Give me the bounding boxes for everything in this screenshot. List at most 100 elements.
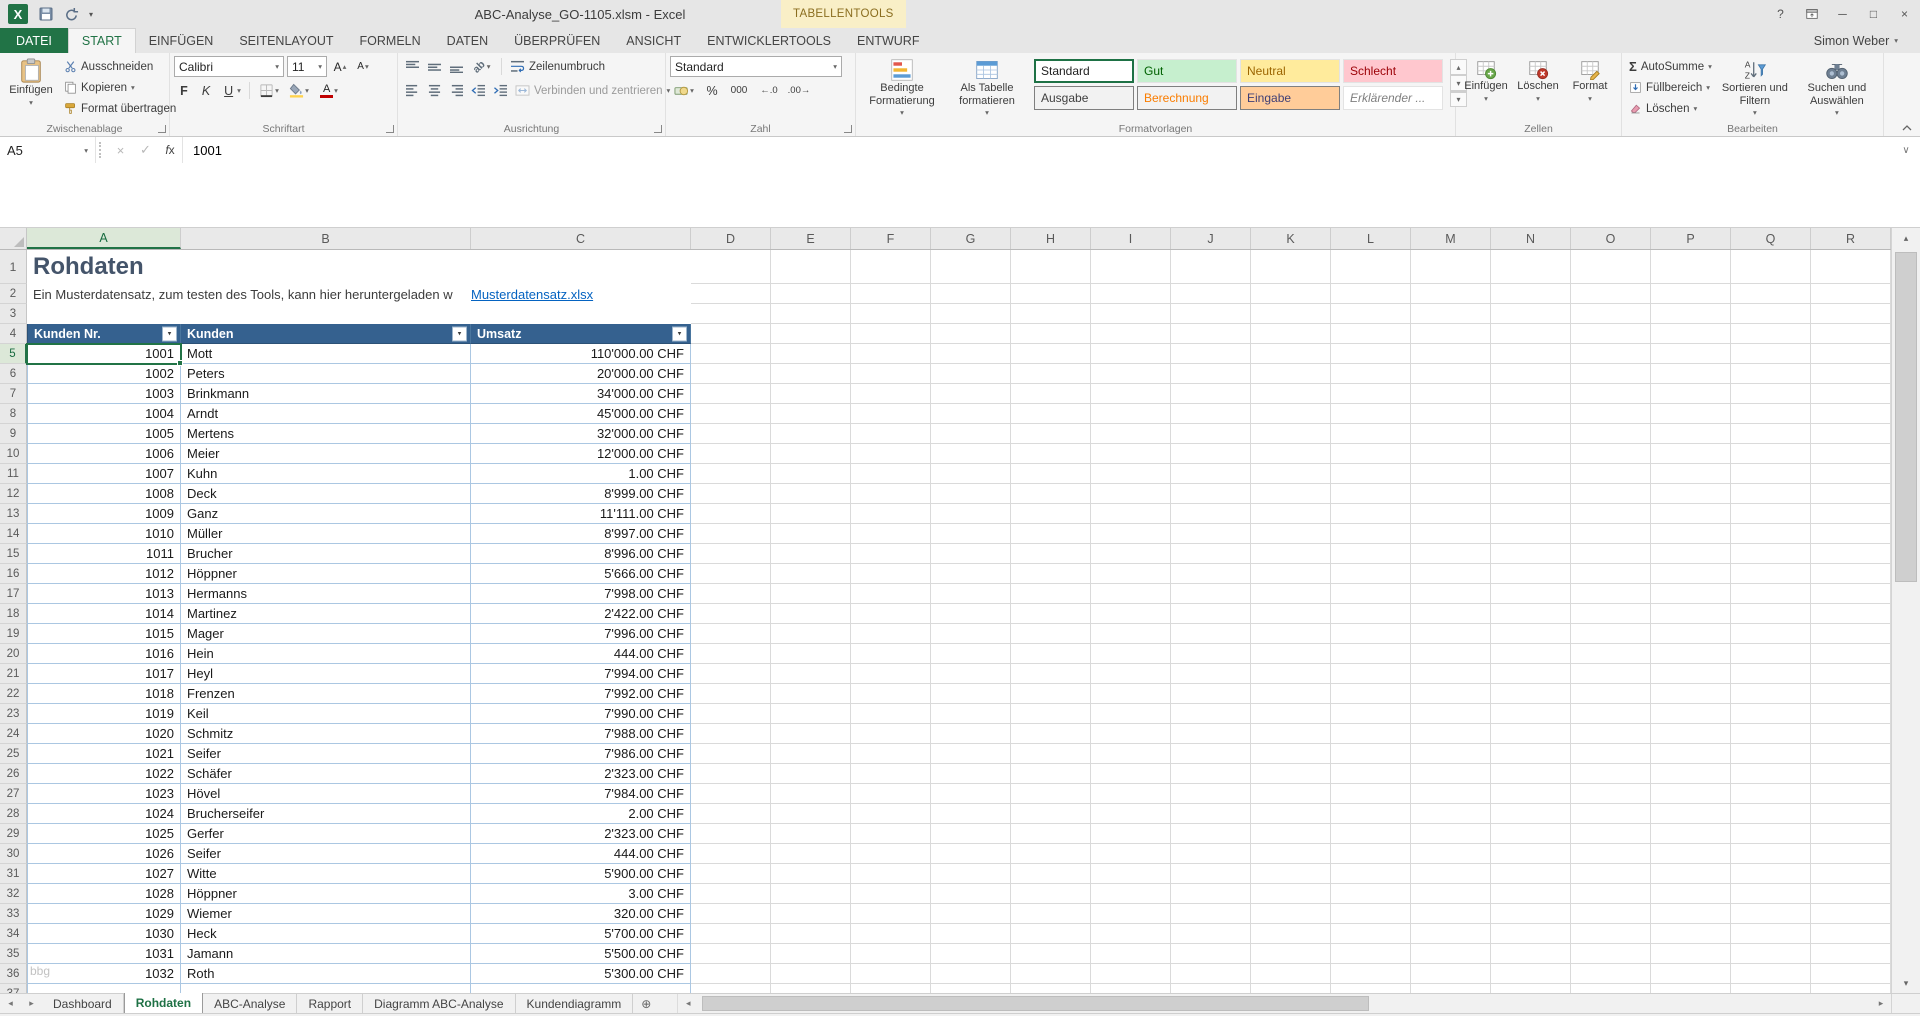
- cell-C9[interactable]: 32'000.00 CHF: [471, 424, 691, 444]
- cell-A14[interactable]: 1010: [27, 524, 181, 544]
- cell-A20[interactable]: 1016: [27, 644, 181, 664]
- vertical-scrollbar-thumb[interactable]: [1895, 252, 1917, 582]
- row-header-14[interactable]: 14: [0, 524, 27, 544]
- merge-center-button[interactable]: Verbinden und zentrieren ▾: [512, 80, 673, 101]
- cell-B6[interactable]: Peters: [181, 364, 471, 384]
- cell-A37[interactable]: [27, 984, 181, 993]
- cell-A29[interactable]: 1025: [27, 824, 181, 844]
- minimize-button[interactable]: ─: [1827, 0, 1858, 28]
- new-sheet-button[interactable]: ⊕: [633, 994, 659, 1013]
- cell-B32[interactable]: Höppner: [181, 884, 471, 904]
- cell-A32[interactable]: 1028: [27, 884, 181, 904]
- ribbon-tab-entwicklertools[interactable]: ENTWICKLERTOOLS: [694, 28, 844, 53]
- cell-B5[interactable]: Mott: [181, 344, 471, 364]
- format-cells-button[interactable]: Format ▾: [1564, 56, 1616, 107]
- cell-B9[interactable]: Mertens: [181, 424, 471, 444]
- cell-C20[interactable]: 444.00 CHF: [471, 644, 691, 664]
- number-format-select[interactable]: Standard ▾: [670, 56, 842, 77]
- empty-cells[interactable]: [691, 664, 1891, 684]
- ribbon-tab-daten[interactable]: DATEN: [434, 28, 501, 53]
- maximize-button[interactable]: □: [1858, 0, 1889, 28]
- excel-icon[interactable]: X: [8, 4, 28, 24]
- cell-C37[interactable]: [471, 984, 691, 993]
- cell-C13[interactable]: 11'111.00 CHF: [471, 504, 691, 524]
- ribbon-tab-datei[interactable]: DATEI: [0, 28, 68, 53]
- cell-A34[interactable]: 1030: [27, 924, 181, 944]
- cell-style-gut[interactable]: Gut: [1137, 59, 1237, 83]
- cell-B21[interactable]: Heyl: [181, 664, 471, 684]
- sheet-nav-right-icon[interactable]: ▸: [21, 994, 42, 1013]
- empty-cells[interactable]: [691, 304, 1891, 324]
- sheet-tab-dashboard[interactable]: Dashboard: [42, 994, 124, 1013]
- align-center-button[interactable]: [424, 80, 444, 101]
- row-header-28[interactable]: 28: [0, 804, 27, 824]
- row-header-27[interactable]: 27: [0, 784, 27, 804]
- cell-B29[interactable]: Gerfer: [181, 824, 471, 844]
- cell-B14[interactable]: Müller: [181, 524, 471, 544]
- save-icon[interactable]: [38, 6, 54, 22]
- filter-dropdown-icon[interactable]: ▾: [672, 326, 687, 341]
- wrap-text-button[interactable]: Zeilenumbruch: [507, 56, 608, 77]
- cell-A5[interactable]: 1001: [27, 344, 181, 364]
- cell-C11[interactable]: 1.00 CHF: [471, 464, 691, 484]
- row-header-22[interactable]: 22: [0, 684, 27, 704]
- cell-B16[interactable]: Höppner: [181, 564, 471, 584]
- cell-B10[interactable]: Meier: [181, 444, 471, 464]
- empty-cells[interactable]: [691, 724, 1891, 744]
- horizontal-scrollbar-thumb[interactable]: [702, 996, 1369, 1011]
- accounting-format-button[interactable]: ▾: [670, 80, 698, 101]
- column-header-R[interactable]: R: [1811, 228, 1891, 249]
- cell-B22[interactable]: Frenzen: [181, 684, 471, 704]
- cell-B30[interactable]: Seifer: [181, 844, 471, 864]
- close-button[interactable]: ×: [1889, 0, 1920, 28]
- cell-B13[interactable]: Ganz: [181, 504, 471, 524]
- empty-cells[interactable]: [691, 764, 1891, 784]
- cell-A7[interactable]: 1003: [27, 384, 181, 404]
- fill-button[interactable]: Füllbereich ▾: [1626, 77, 1715, 98]
- cell-C29[interactable]: 2'323.00 CHF: [471, 824, 691, 844]
- cell-A27[interactable]: 1023: [27, 784, 181, 804]
- cell-style-standard[interactable]: Standard: [1034, 59, 1134, 83]
- cell-B36[interactable]: Roth: [181, 964, 471, 984]
- row-header-4[interactable]: 4: [0, 324, 27, 344]
- cell-B11[interactable]: Kuhn: [181, 464, 471, 484]
- row-header-25[interactable]: 25: [0, 744, 27, 764]
- cell-C18[interactable]: 2'422.00 CHF: [471, 604, 691, 624]
- filter-dropdown-icon[interactable]: ▾: [162, 326, 177, 341]
- cell-B24[interactable]: Schmitz: [181, 724, 471, 744]
- sheet-tab-kundendiagramm[interactable]: Kundendiagramm: [516, 994, 634, 1013]
- scroll-left-icon[interactable]: ◂: [678, 994, 698, 1013]
- cell-C17[interactable]: 7'998.00 CHF: [471, 584, 691, 604]
- sheet-nav-left-icon[interactable]: ◂: [0, 994, 21, 1013]
- scroll-down-icon[interactable]: ▾: [1892, 973, 1920, 993]
- empty-cells[interactable]: [691, 384, 1891, 404]
- column-header-F[interactable]: F: [851, 228, 931, 249]
- select-all-button[interactable]: [0, 228, 27, 249]
- column-header-H[interactable]: H: [1011, 228, 1091, 249]
- empty-cells[interactable]: [691, 604, 1891, 624]
- font-color-button[interactable]: A ▾: [315, 80, 343, 101]
- ribbon-tab-formeln[interactable]: FORMELN: [347, 28, 434, 53]
- cell-A3[interactable]: [27, 304, 691, 324]
- find-select-button[interactable]: Suchen und Auswählen ▾: [1795, 56, 1879, 122]
- empty-cells[interactable]: [691, 824, 1891, 844]
- italic-button[interactable]: K: [196, 80, 216, 101]
- row-header-10[interactable]: 10: [0, 444, 27, 464]
- row-header-19[interactable]: 19: [0, 624, 27, 644]
- row-header-23[interactable]: 23: [0, 704, 27, 724]
- cell-C25[interactable]: 7'986.00 CHF: [471, 744, 691, 764]
- column-header-K[interactable]: K: [1251, 228, 1331, 249]
- column-header-B[interactable]: B: [181, 228, 471, 249]
- paste-button[interactable]: Einfügen ▾: [4, 56, 58, 111]
- empty-cells[interactable]: [691, 964, 1891, 984]
- empty-cells[interactable]: [691, 644, 1891, 664]
- cell-C22[interactable]: 7'992.00 CHF: [471, 684, 691, 704]
- cell-A31[interactable]: 1027: [27, 864, 181, 884]
- table-header-C4[interactable]: Umsatz▾: [471, 324, 691, 344]
- ribbon-tab-ansicht[interactable]: ANSICHT: [613, 28, 694, 53]
- cell-B23[interactable]: Keil: [181, 704, 471, 724]
- cell-B34[interactable]: Heck: [181, 924, 471, 944]
- add-decimal-button[interactable]: ←.0: [756, 80, 782, 101]
- undo-icon[interactable]: [64, 7, 79, 22]
- column-header-L[interactable]: L: [1331, 228, 1411, 249]
